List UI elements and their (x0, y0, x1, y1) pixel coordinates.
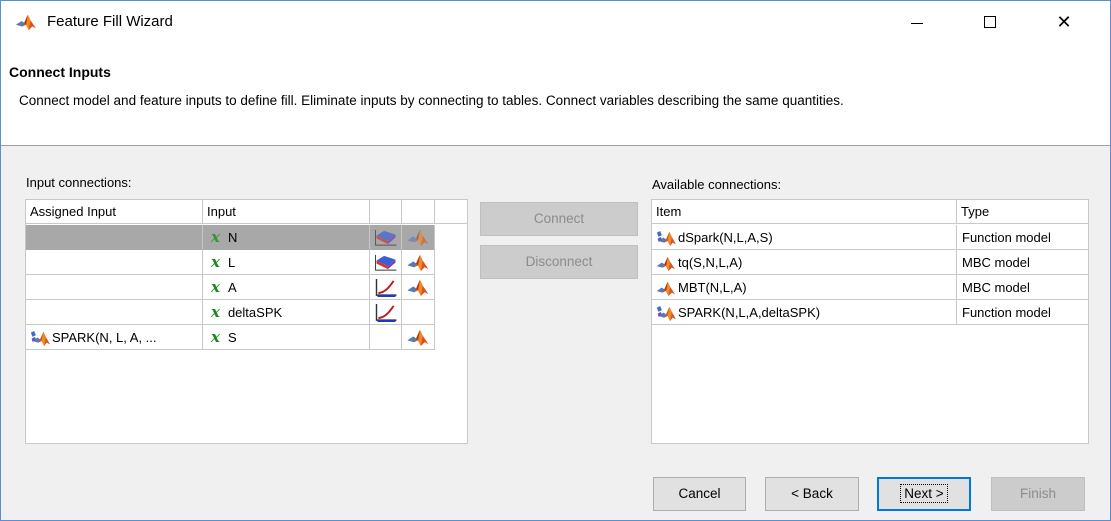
disconnect-button[interactable]: Disconnect (480, 245, 638, 279)
type-cell[interactable]: MBC model (957, 275, 1088, 300)
input-name: A (227, 280, 237, 295)
minimize-icon (911, 22, 923, 24)
matlab-model-icon (656, 255, 676, 272)
variable-icon: x (211, 278, 220, 296)
next-button[interactable]: Next > (877, 477, 971, 511)
curve-plot-icon (374, 278, 398, 297)
variable-icon: x (211, 228, 220, 246)
feature-fill-wizard-window: Feature Fill Wizard ✕ Connect Inputs Con… (0, 0, 1111, 521)
input-name: L (227, 255, 236, 270)
type-cell[interactable]: Function model (957, 300, 1088, 325)
type-cell[interactable]: MBC model (957, 250, 1088, 275)
input-cell[interactable]: xL (203, 250, 370, 275)
matlab-app-icon (15, 13, 37, 31)
item-cell[interactable]: MBT(N,L,A) (652, 275, 957, 300)
item-name: MBT(N,L,A) (678, 280, 747, 295)
icon-cell[interactable] (370, 300, 402, 325)
matlab-function-icon (656, 230, 676, 247)
item-name: tq(S,N,L,A) (678, 255, 743, 270)
assigned-input-cell[interactable] (26, 250, 203, 275)
available-connections-label: Available connections: (652, 177, 782, 192)
item-cell[interactable]: tq(S,N,L,A) (652, 250, 957, 275)
assigned-input-cell[interactable] (26, 300, 203, 325)
input-cell[interactable]: xS (203, 325, 370, 350)
input-name: N (227, 230, 238, 245)
matlab-model-icon (406, 278, 430, 297)
matlab-model-icon (406, 228, 430, 247)
icon-cell[interactable] (370, 250, 402, 275)
back-button[interactable]: < Back (765, 477, 859, 511)
table-row[interactable]: xA (26, 275, 435, 300)
surface-plot-icon (374, 253, 398, 272)
matlab-model-icon (406, 328, 430, 347)
available-connections-table[interactable]: Item Type dSpark(N,L,A,S) Function model… (651, 199, 1089, 444)
surface-plot-icon (374, 228, 398, 247)
item-cell[interactable]: SPARK(N,L,A,deltaSPK) (652, 300, 957, 325)
column-header-type[interactable]: Type (957, 200, 1088, 223)
item-cell[interactable]: dSpark(N,L,A,S) (652, 225, 957, 250)
variable-icon: x (211, 253, 220, 271)
table-row[interactable]: xN (26, 225, 435, 250)
step-description: Connect model and feature inputs to defi… (19, 93, 844, 108)
column-header-input[interactable]: Input (203, 200, 370, 223)
icon-cell[interactable] (402, 325, 435, 350)
window-title: Feature Fill Wizard (47, 13, 173, 30)
assigned-input-name: SPARK(N, L, A, ... (52, 330, 157, 345)
column-header-item[interactable]: Item (652, 200, 957, 223)
icon-cell[interactable] (402, 300, 435, 325)
column-header-assigned-input[interactable]: Assigned Input (26, 200, 203, 223)
column-header-icon-1[interactable] (370, 200, 402, 223)
cancel-button[interactable]: Cancel (653, 477, 746, 511)
maximize-icon (984, 16, 996, 28)
item-name: SPARK(N,L,A,deltaSPK) (678, 305, 821, 320)
matlab-model-icon (656, 280, 676, 297)
wizard-header: Connect Inputs Connect model and feature… (1, 43, 1110, 146)
input-name: S (227, 330, 237, 345)
item-name: dSpark(N,L,A,S) (678, 230, 773, 245)
type-cell[interactable]: Function model (957, 225, 1088, 250)
table-row[interactable]: MBT(N,L,A) MBC model (652, 275, 1088, 300)
icon-cell[interactable] (370, 275, 402, 300)
icon-cell[interactable] (402, 225, 435, 250)
maximize-button[interactable] (967, 1, 1013, 43)
table-row[interactable]: SPARK(N, L, A, ... xS (26, 325, 435, 350)
input-cell[interactable]: xA (203, 275, 370, 300)
input-cell[interactable]: x deltaSPK (203, 300, 370, 325)
assigned-input-cell[interactable]: SPARK(N, L, A, ... (26, 325, 203, 350)
step-title: Connect Inputs (9, 64, 111, 80)
close-icon: ✕ (1056, 11, 1072, 32)
finish-button[interactable]: Finish (991, 477, 1085, 511)
curve-plot-icon (374, 303, 398, 322)
matlab-model-icon (406, 253, 430, 272)
table-row[interactable]: x deltaSPK (26, 300, 435, 325)
icon-cell[interactable] (402, 275, 435, 300)
icon-cell[interactable] (370, 225, 402, 250)
title-bar: Feature Fill Wizard ✕ (1, 1, 1110, 43)
input-name: deltaSPK (227, 305, 283, 320)
column-header-icon-2[interactable] (402, 200, 435, 223)
input-connections-table[interactable]: Assigned Input Input xN xL xA xdeltaSPK (25, 199, 468, 444)
table-header: Assigned Input Input (26, 200, 467, 224)
minimize-button[interactable] (894, 1, 940, 43)
table-row[interactable]: xL (26, 250, 435, 275)
table-row[interactable]: tq(S,N,L,A) MBC model (652, 250, 1088, 275)
icon-cell[interactable] (402, 250, 435, 275)
table-header: Item Type (652, 200, 1088, 224)
connect-button[interactable]: Connect (480, 202, 638, 236)
close-button[interactable]: ✕ (1041, 1, 1087, 43)
assigned-input-cell[interactable] (26, 225, 203, 250)
input-connections-label: Input connections: (26, 175, 132, 190)
table-row[interactable]: SPARK(N,L,A,deltaSPK) Function model (652, 300, 1088, 325)
variable-icon: x (211, 328, 220, 346)
input-cell[interactable]: xN (203, 225, 370, 250)
variable-icon: x (211, 303, 220, 321)
assigned-input-cell[interactable] (26, 275, 203, 300)
matlab-function-icon (656, 305, 676, 322)
matlab-function-icon (30, 330, 50, 347)
icon-cell[interactable] (370, 325, 402, 350)
next-button-label: Next > (900, 484, 948, 503)
table-row[interactable]: dSpark(N,L,A,S) Function model (652, 225, 1088, 250)
